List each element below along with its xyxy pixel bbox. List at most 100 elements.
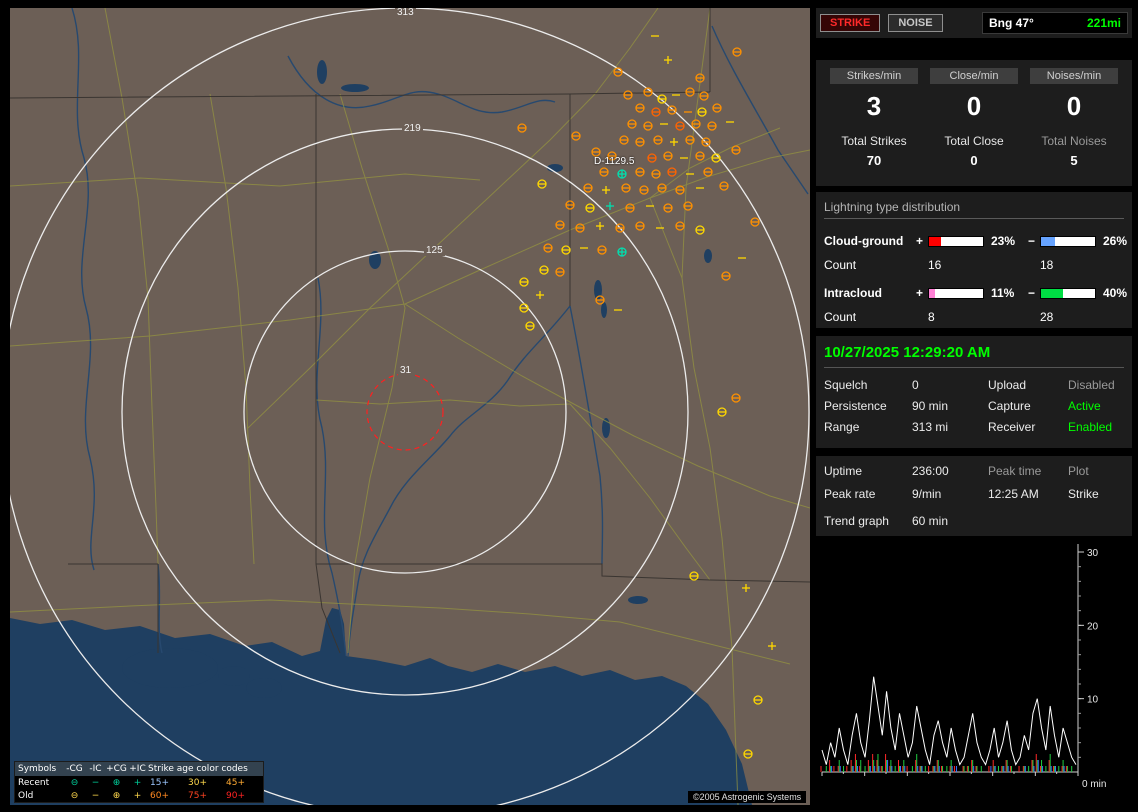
copyright-credit: ©2005 Astrogenic Systems [688, 791, 806, 803]
settings-grid: Squelch 0 Upload Disabled Persistence 90… [824, 378, 1124, 434]
age-90: 90+ [224, 791, 262, 801]
total-noises-label: Total Noises [1024, 134, 1124, 148]
map-legend: Symbols -CG -IC +CG +IC Strike age color… [14, 761, 264, 803]
lightning-map[interactable]: 313 219 125 31 D-1129.5 Symbols -CG -IC … [10, 8, 810, 805]
count-label: Count [824, 310, 916, 324]
stats-grid: Uptime 236:00 Peak time Plot Peak rate 9… [824, 464, 1124, 528]
cloud-ground-count-row: Count 16 18 [824, 255, 1124, 275]
peak-rate-label: Peak rate [824, 487, 912, 501]
svg-text:10: 10 [1087, 695, 1099, 706]
cg-plus-bar [928, 236, 984, 247]
noises-column: Noises/min 0 Total Noises 5 [1024, 68, 1124, 168]
neg-ic-icon: − [85, 791, 106, 801]
peak-time-value: 12:25 AM [988, 487, 1068, 501]
trend-graph-label: Trend graph [824, 514, 912, 528]
strike-indicator-button[interactable]: STRIKE [820, 14, 880, 32]
capture-label: Capture [988, 399, 1068, 413]
squelch-label: Squelch [824, 378, 912, 392]
cg-minus-count: 18 [1040, 258, 1098, 272]
range-value: 313 mi [912, 420, 988, 434]
neg-ic-icon: − [85, 778, 106, 788]
peak-time-label: Peak time [988, 464, 1068, 478]
range-label: Range [824, 420, 912, 434]
persistence-label: Persistence [824, 399, 912, 413]
ic-minus-bar [1040, 288, 1096, 299]
persistence-value: 90 min [912, 399, 988, 413]
plus-sign: + [916, 286, 928, 300]
intracloud-count-row: Count 8 28 [824, 307, 1124, 327]
alarm-bar: STRIKE NOISE Bng 47° 221mi [816, 8, 1132, 38]
trend-graph-value: 60 min [912, 514, 988, 528]
plus-sign: + [916, 234, 928, 248]
capture-value: Active [1068, 399, 1124, 413]
ic-plus-count: 8 [928, 310, 986, 324]
noises-per-min-value: 0 [1024, 91, 1124, 121]
svg-text:0 min: 0 min [1082, 779, 1106, 790]
datetime-display: 10/27/2025 12:29:20 AM [824, 344, 1124, 368]
legend-col-pos-cg: +CG [106, 764, 127, 774]
count-label: Count [824, 258, 916, 272]
plot-label: Plot [1068, 464, 1124, 478]
total-close-label: Total Close [924, 134, 1024, 148]
squelch-value: 0 [912, 378, 988, 392]
storm-cell-label: D-1129.5 [594, 156, 634, 167]
legend-col-neg-cg: -CG [64, 764, 85, 774]
cg-minus-pct: 26% [1098, 234, 1128, 248]
legend-age-title: Strike age color codes [148, 764, 262, 774]
range-ring-label: 219 [402, 123, 423, 134]
distribution-section: Lightning type distribution Cloud-ground… [816, 192, 1132, 328]
peak-rate-value: 9/min [912, 487, 988, 501]
age-45: 45+ [224, 778, 262, 788]
cg-plus-pct: 23% [986, 234, 1028, 248]
age-30: 30+ [186, 778, 224, 788]
ic-plus-pct: 11% [986, 286, 1028, 300]
legend-symbols-label: Symbols [18, 764, 64, 774]
uptime-value: 236:00 [912, 464, 988, 478]
legend-recent-label: Recent [18, 778, 64, 788]
legend-old-label: Old [18, 791, 64, 801]
ic-minus-pct: 40% [1098, 286, 1128, 300]
strikes-column: Strikes/min 3 Total Strikes 70 [824, 68, 924, 168]
upload-label: Upload [988, 378, 1068, 392]
trend-graph: 1020300 min [816, 540, 1132, 805]
intracloud-row: Intracloud + 11% − 40% [824, 283, 1124, 303]
rate-section: Strikes/min 3 Total Strikes 70 Close/min… [816, 60, 1132, 186]
strike-symbol [618, 248, 626, 256]
close-column: Close/min 0 Total Close 0 [924, 68, 1024, 168]
minus-sign: − [1028, 286, 1040, 300]
svg-text:20: 20 [1087, 621, 1099, 632]
noises-per-min-header[interactable]: Noises/min [1030, 68, 1118, 84]
strike-symbol [618, 170, 626, 178]
total-close-value: 0 [924, 153, 1024, 168]
pos-ic-icon: + [127, 778, 148, 788]
status-panel: STRIKE NOISE Bng 47° 221mi Strikes/min 3… [816, 8, 1132, 805]
legend-row-recent: Recent ⊖ − ⊕ + 15+ 30+ 45+ [15, 776, 263, 789]
legend-header: Symbols -CG -IC +CG +IC Strike age color… [15, 762, 263, 776]
neg-cg-icon: ⊖ [64, 791, 85, 801]
distribution-title: Lightning type distribution [824, 200, 1124, 219]
total-noises-value: 5 [1024, 153, 1124, 168]
age-60: 60+ [148, 791, 186, 801]
upload-value: Disabled [1068, 378, 1124, 392]
clock-settings-section: 10/27/2025 12:29:20 AM Squelch 0 Upload … [816, 336, 1132, 448]
receiver-label: Receiver [988, 420, 1068, 434]
legend-row-old: Old ⊖ − ⊕ + 60+ 75+ 90+ [15, 789, 263, 802]
rate-grid: Strikes/min 3 Total Strikes 70 Close/min… [824, 68, 1124, 168]
range-ring-label: 125 [424, 245, 445, 256]
ic-plus-bar [928, 288, 984, 299]
minus-sign: − [1028, 234, 1040, 248]
pos-ic-icon: + [127, 791, 148, 801]
trend-graph-section: 1020300 min [816, 540, 1132, 805]
bearing-distance: 221mi [1087, 16, 1121, 30]
pos-cg-icon: ⊕ [106, 778, 127, 788]
cloud-ground-row: Cloud-ground + 23% − 26% [824, 231, 1124, 251]
intracloud-label: Intracloud [824, 286, 916, 300]
noise-indicator-button[interactable]: NOISE [888, 14, 942, 32]
bearing-value: Bng 47° [989, 16, 1034, 30]
stats-section: Uptime 236:00 Peak time Plot Peak rate 9… [816, 456, 1132, 536]
ic-minus-count: 28 [1040, 310, 1098, 324]
cg-minus-bar [1040, 236, 1096, 247]
strikes-per-min-header[interactable]: Strikes/min [830, 68, 918, 84]
close-per-min-header[interactable]: Close/min [930, 68, 1018, 84]
cloud-ground-label: Cloud-ground [824, 234, 916, 248]
